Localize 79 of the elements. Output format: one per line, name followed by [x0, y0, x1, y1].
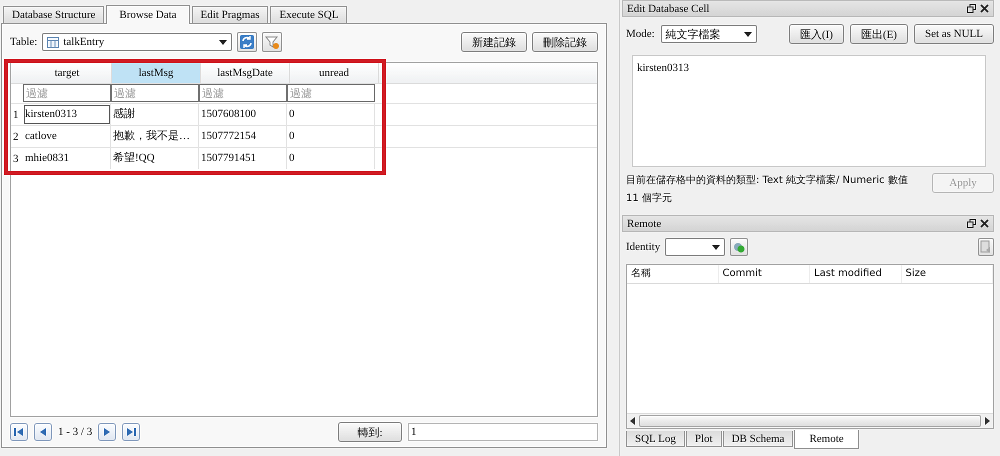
- tab[interactable]: SQL Log: [626, 431, 685, 447]
- restore-icon[interactable]: [967, 219, 976, 228]
- page-range: 1 - 3 / 3: [58, 426, 92, 438]
- caret-icon: [219, 40, 228, 44]
- caret-icon: [712, 244, 720, 250]
- column-header[interactable]: lastMsgDate: [201, 63, 290, 83]
- tab[interactable]: Remote: [794, 430, 859, 449]
- table-label: Table:: [10, 36, 38, 48]
- refresh-button[interactable]: [237, 32, 258, 52]
- last-page-button[interactable]: [122, 423, 140, 441]
- identity-dropdown[interactable]: [665, 238, 726, 256]
- table-cell[interactable]: 1507772154: [199, 126, 287, 147]
- restore-icon[interactable]: [967, 4, 976, 13]
- table-cell[interactable]: catlove: [23, 126, 111, 147]
- dock-title: Remote: [627, 218, 662, 230]
- column-header[interactable]: unread: [290, 63, 379, 83]
- refresh-icon: [239, 34, 256, 50]
- dock-title: Edit Database Cell: [627, 2, 710, 14]
- row-number: 2: [12, 130, 20, 142]
- column-header[interactable]: Size: [902, 265, 993, 283]
- cell-button[interactable]: 匯入(I): [788, 24, 844, 44]
- tab[interactable]: Plot: [686, 431, 722, 447]
- circles-icon: [732, 240, 746, 254]
- column-header[interactable]: lastMsg: [112, 63, 201, 83]
- close-icon[interactable]: [980, 219, 989, 228]
- table-cell[interactable]: kirsten0313: [23, 104, 111, 125]
- table-cell[interactable]: 希望!QQ: [111, 148, 199, 169]
- row-number: 1: [12, 108, 20, 120]
- tab[interactable]: Database Structure: [3, 6, 104, 23]
- tab[interactable]: Execute SQL: [270, 6, 348, 23]
- table-dropdown[interactable]: talkEntry: [42, 33, 232, 51]
- toolbar-button[interactable]: 刪除記錄: [532, 32, 598, 52]
- right-arrow-icon[interactable]: [984, 417, 990, 425]
- table-cell[interactable]: mhie0831: [23, 148, 111, 169]
- goto-field[interactable]: 1: [408, 423, 598, 441]
- add-identity-button[interactable]: [730, 238, 748, 256]
- skip-back-icon: [13, 426, 25, 438]
- table-cell[interactable]: 0: [287, 104, 375, 125]
- skip-forward-icon: [125, 426, 138, 438]
- table-icon: [47, 36, 60, 48]
- table-cell[interactable]: 感謝: [111, 104, 199, 125]
- left-arrow-icon[interactable]: [630, 417, 636, 425]
- toolbar-button[interactable]: 新建記錄: [461, 32, 527, 52]
- tab[interactable]: Edit Pragmas: [192, 6, 268, 23]
- filter-field[interactable]: 過濾: [111, 84, 199, 102]
- document-icon: [980, 240, 992, 254]
- mode-label: Mode:: [626, 28, 655, 40]
- filter-icon: [264, 34, 280, 50]
- cell-editor[interactable]: kirsten0313: [632, 55, 986, 167]
- next-page-button[interactable]: [98, 423, 116, 441]
- type-info: 目前在儲存格中的資料的類型: Text 純文字檔案/ Numeric 數值: [626, 174, 909, 187]
- clear-filter-button[interactable]: [262, 32, 282, 52]
- table-cell[interactable]: 0: [287, 148, 375, 169]
- table-cell[interactable]: 1507791451: [199, 148, 287, 169]
- close-icon[interactable]: [980, 4, 989, 13]
- table-cell[interactable]: 0: [287, 126, 375, 147]
- filter-field[interactable]: 過濾: [287, 84, 375, 102]
- tab[interactable]: DB Schema: [722, 431, 794, 447]
- row-number: 3: [12, 152, 20, 164]
- cell-value: kirsten0313: [637, 62, 689, 74]
- tab[interactable]: Browse Data: [106, 5, 190, 24]
- table-cell[interactable]: 抱歉，我不是…: [111, 126, 199, 147]
- size-info: 11 個字元: [626, 192, 673, 205]
- column-header[interactable]: Last modified: [810, 265, 902, 283]
- identity-label: Identity: [626, 241, 660, 253]
- filter-field[interactable]: 過濾: [23, 84, 111, 102]
- horizontal-scrollbar[interactable]: [627, 413, 993, 428]
- caret-icon: [744, 32, 752, 36]
- mode-dropdown[interactable]: 純文字檔案: [660, 25, 757, 43]
- first-page-button[interactable]: [10, 423, 28, 441]
- previous-page-button[interactable]: [34, 423, 52, 441]
- column-header[interactable]: 名稱: [627, 265, 718, 283]
- cell-button[interactable]: 匯出(E): [850, 24, 908, 44]
- column-header[interactable]: Commit: [718, 265, 810, 283]
- goto-button[interactable]: 轉到:: [338, 422, 402, 442]
- push-button[interactable]: [978, 238, 994, 256]
- cell-button[interactable]: Set as NULL: [914, 24, 994, 44]
- filter-field[interactable]: 過濾: [199, 84, 287, 102]
- table-cell[interactable]: 1507608100: [199, 104, 287, 125]
